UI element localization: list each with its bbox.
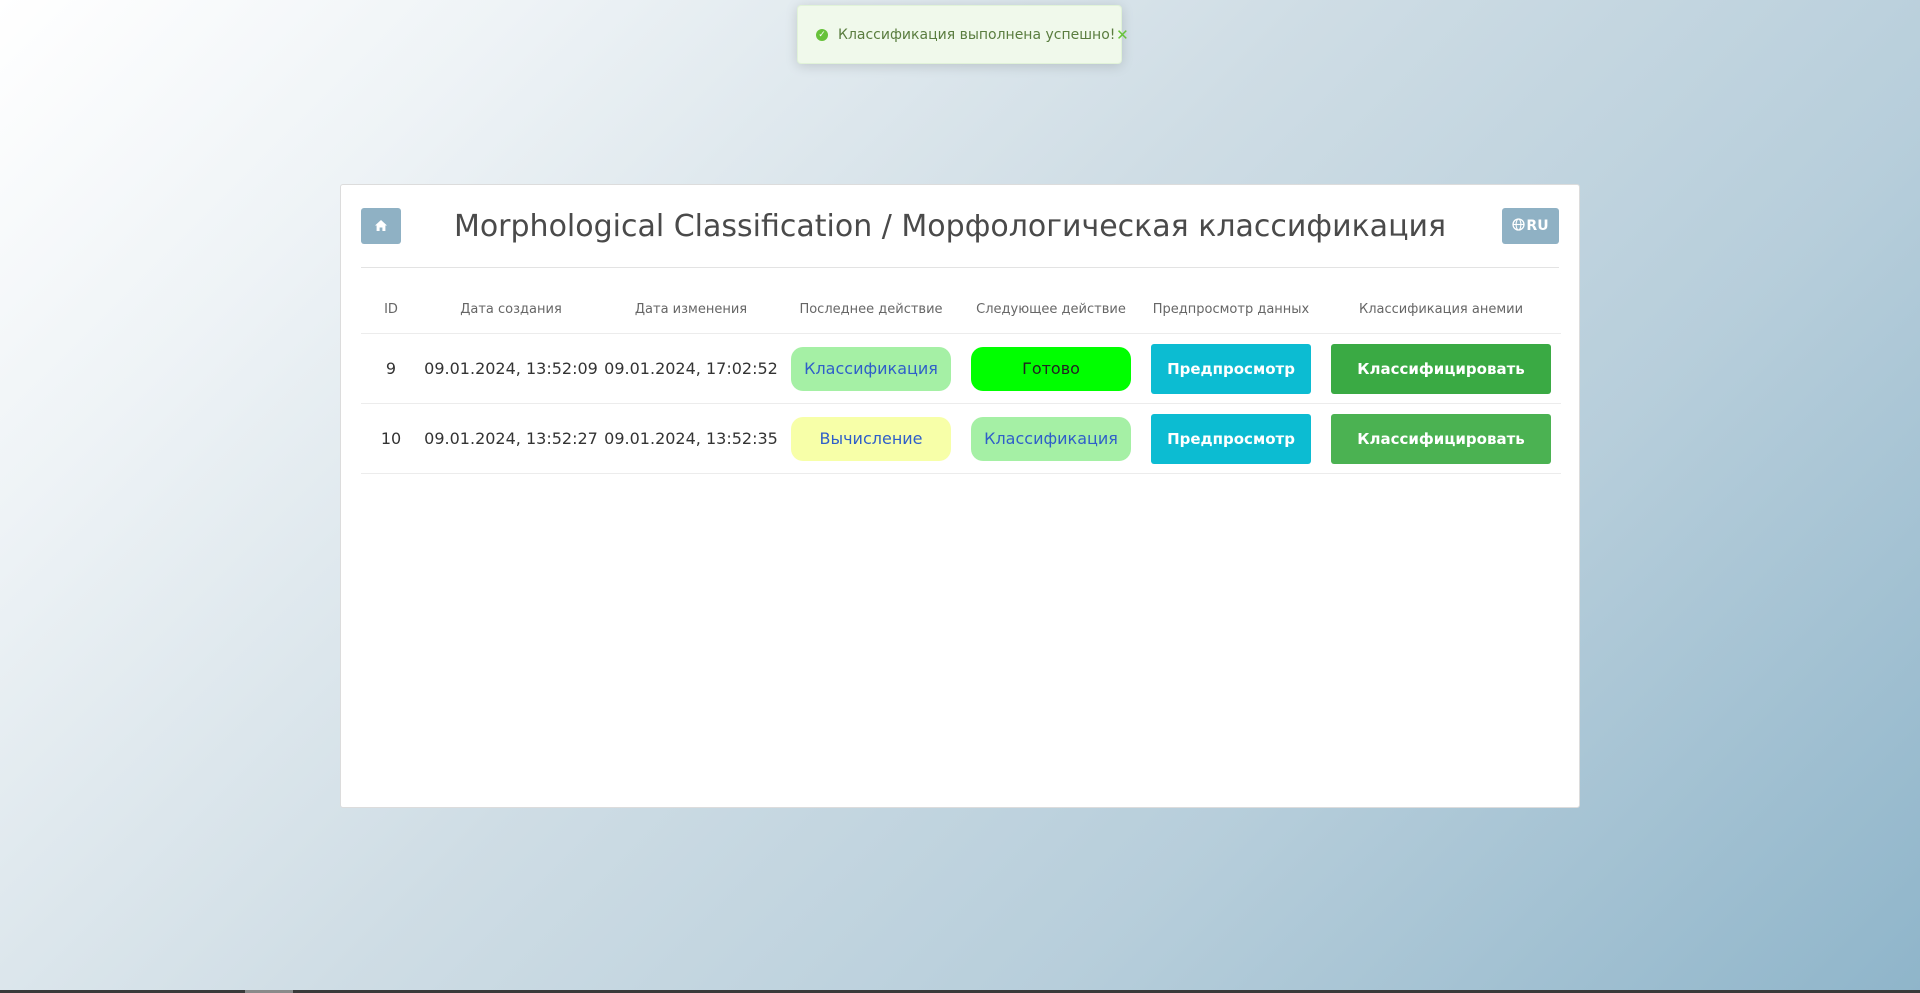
table-row: 9 09.01.2024, 13:52:09 09.01.2024, 17:02… xyxy=(361,333,1561,404)
row-id: 9 xyxy=(361,333,421,404)
row-classify-cell: Классифицировать xyxy=(1321,403,1561,474)
row-modified-date: 09.01.2024, 17:02:52 xyxy=(601,333,781,404)
preview-button[interactable]: Предпросмотр xyxy=(1151,343,1311,394)
close-icon[interactable]: ✕ xyxy=(1115,27,1129,42)
globe-icon xyxy=(1512,217,1526,235)
page-title: Morphological Classification / Морфологи… xyxy=(453,209,1447,244)
success-toast: ✓ Классификация выполнена успешно! ✕ xyxy=(797,5,1129,64)
row-next-action-cell: Классификация xyxy=(961,403,1141,474)
row-preview-cell: Предпросмотр xyxy=(1141,333,1321,404)
row-modified-date: 09.01.2024, 13:52:35 xyxy=(601,403,781,474)
row-next-action-cell: Готово xyxy=(961,333,1141,404)
row-last-action-cell: Классификация xyxy=(781,333,961,404)
table-row: 10 09.01.2024, 13:52:27 09.01.2024, 13:5… xyxy=(361,403,1561,474)
preview-button[interactable]: Предпросмотр xyxy=(1151,413,1311,464)
row-id: 10 xyxy=(361,403,421,474)
home-icon xyxy=(374,217,388,236)
column-header-next-action: Следующее действие xyxy=(961,285,1141,334)
row-preview-cell: Предпросмотр xyxy=(1141,403,1321,474)
column-header-classify: Классификация анемии xyxy=(1321,285,1561,334)
next-action-badge: Готово xyxy=(971,346,1131,391)
column-header-last-action: Последнее действие xyxy=(781,285,961,334)
classification-card: Morphological Classification / Морфологи… xyxy=(340,184,1580,808)
card-header: Morphological Classification / Морфологи… xyxy=(361,185,1559,268)
row-created-date: 09.01.2024, 13:52:27 xyxy=(421,403,601,474)
row-created-date: 09.01.2024, 13:52:09 xyxy=(421,333,601,404)
column-header-id: ID xyxy=(361,285,421,334)
check-circle-icon: ✓ xyxy=(816,28,828,41)
row-classify-cell: Классифицировать xyxy=(1321,333,1561,404)
last-action-badge: Классификация xyxy=(791,346,951,391)
column-header-created: Дата создания xyxy=(421,285,601,334)
language-label: RU xyxy=(1526,218,1549,234)
home-button[interactable] xyxy=(361,208,401,244)
toast-message: Классификация выполнена успешно! xyxy=(838,26,1116,43)
language-button[interactable]: RU xyxy=(1502,208,1559,244)
last-action-badge: Вычисление xyxy=(791,416,951,461)
classify-button[interactable]: Классифицировать xyxy=(1331,413,1551,464)
next-action-badge: Классификация xyxy=(971,416,1131,461)
classify-button[interactable]: Классифицировать xyxy=(1331,343,1551,394)
column-header-modified: Дата изменения xyxy=(601,285,781,334)
row-last-action-cell: Вычисление xyxy=(781,403,961,474)
column-header-preview: Предпросмотр данных xyxy=(1141,285,1321,334)
classification-table: ID Дата создания Дата изменения Последне… xyxy=(361,285,1561,474)
table-header-row: ID Дата создания Дата изменения Последне… xyxy=(361,285,1561,334)
